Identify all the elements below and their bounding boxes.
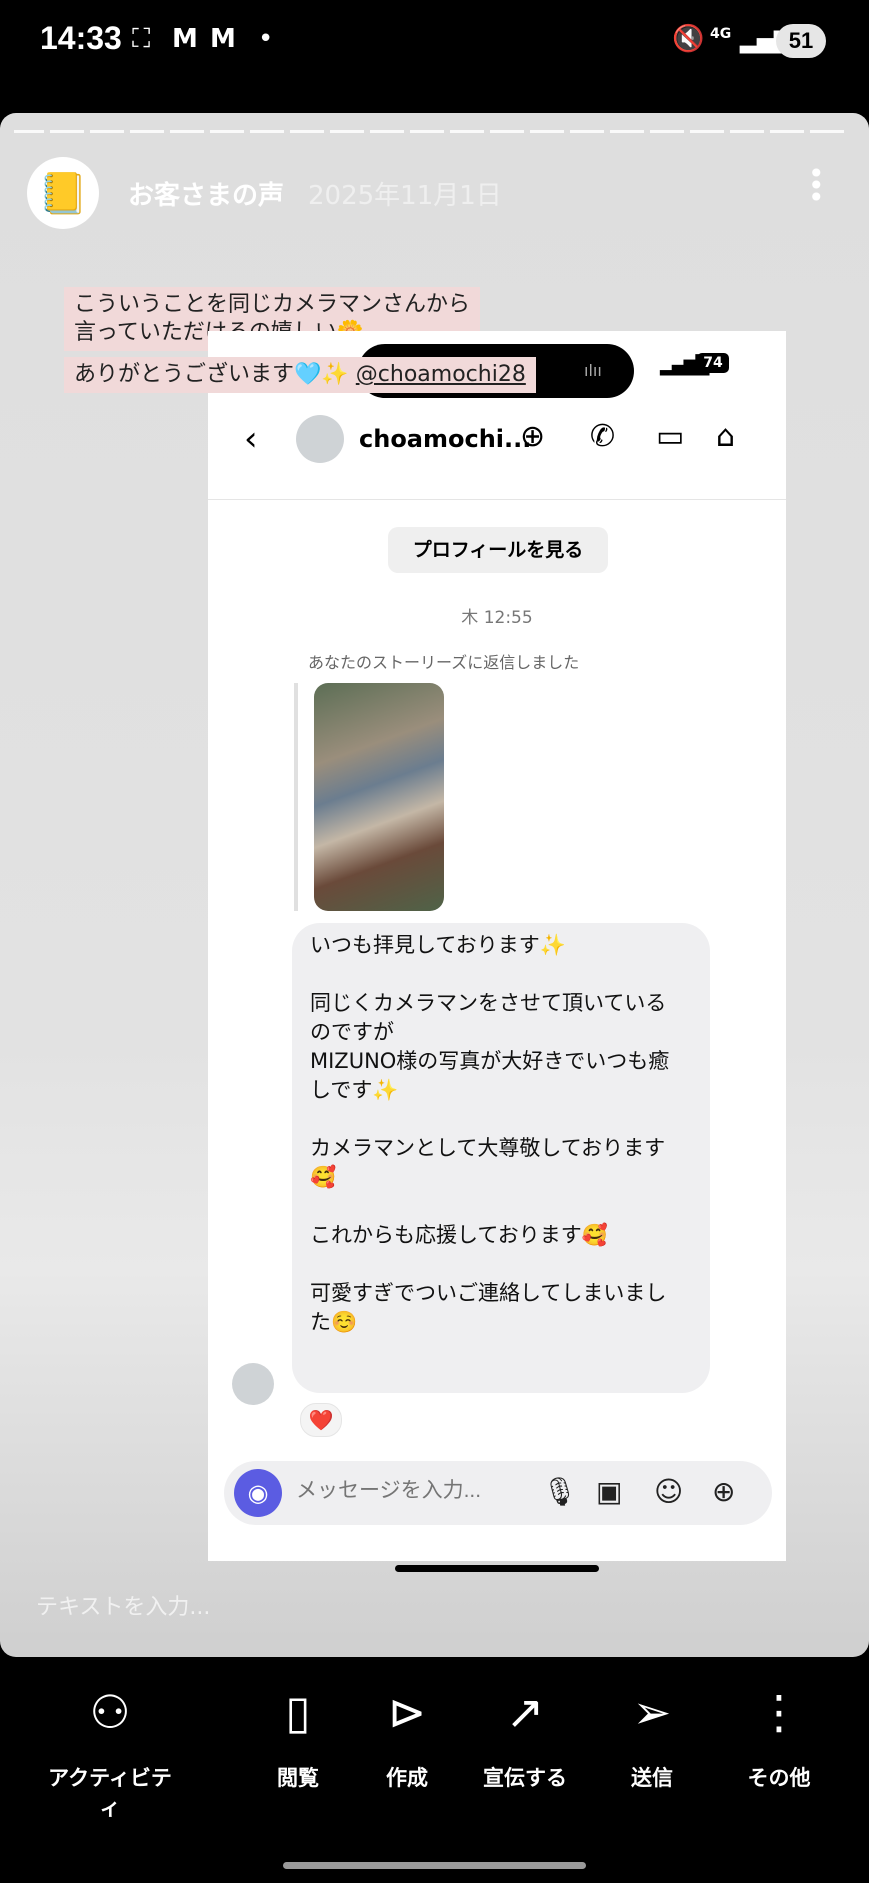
dm-screenshot: ılıı ▂▄▆█ 74 ‹ choamochi... ⊕ ✆ ▭ ⌂ プロフィ…: [208, 331, 786, 1572]
message-line: しです✨: [310, 1078, 399, 1102]
message-line: 🥰: [310, 1165, 337, 1189]
more-icon: ⋮: [756, 1685, 802, 1739]
view-profile-button[interactable]: プロフィールを見る: [388, 527, 608, 573]
sender-avatar[interactable]: [232, 1363, 274, 1405]
microphone-icon[interactable]: 🎙: [542, 1475, 578, 1508]
status-bar: 14:33 ⛶ M M • 🔇 4G ▂▄▆ 51: [0, 0, 869, 84]
message-line: [310, 1192, 696, 1221]
nav-label: アクティビティ: [48, 1766, 172, 1820]
story-username[interactable]: お客さまの声: [128, 175, 284, 212]
message-line: [310, 1105, 696, 1134]
message-line: のですが: [310, 1020, 394, 1044]
nav-label: 送信: [631, 1766, 673, 1790]
mute-icon: 🔇: [672, 24, 705, 54]
caption-1-line1: こういうことを同じカメラマンさんから: [74, 292, 471, 317]
caption-2-text: ありがとうございます🩵✨: [74, 362, 349, 387]
story-card[interactable]: 📒 お客さまの声 2025年11月1日 • • • こういうことを同じカメラマンさん…: [0, 113, 869, 1657]
battery-badge: 51: [776, 24, 826, 58]
story-text-input[interactable]: テキストを入力...: [36, 1589, 210, 1621]
nav-more[interactable]: ⋮ その他: [709, 1682, 849, 1792]
add-person-icon[interactable]: ⊕: [520, 419, 545, 454]
dm-username[interactable]: choamochi...: [359, 425, 531, 453]
heart-reaction[interactable]: ❤️: [300, 1403, 342, 1437]
story-avatar[interactable]: 📒: [27, 157, 99, 229]
message-line: た☺️: [310, 1310, 358, 1334]
gmail-icon: M: [210, 24, 236, 54]
network-type: 4G: [710, 26, 732, 42]
nav-send[interactable]: ➢ 送信: [582, 1682, 722, 1792]
message-line: カメラマンとして大尊敬しております: [310, 1136, 666, 1160]
reply-indicator-line: [294, 683, 298, 911]
nav-activity[interactable]: ⚇ アクティビティ: [40, 1682, 180, 1822]
message-line: これからも応援しております🥰: [310, 1223, 608, 1247]
phone-icon[interactable]: ✆: [590, 419, 615, 454]
camera-icon[interactable]: ◉: [234, 1469, 282, 1517]
progress-segment: [14, 130, 44, 133]
battery-badge: 74: [697, 353, 729, 373]
message-line: 同じくカメラマンをさせて頂いている: [310, 991, 667, 1015]
audio-wave-icon: ılıı: [584, 361, 602, 380]
sticker-icon[interactable]: ☺: [654, 1475, 683, 1508]
nav-promote[interactable]: ↗ 宣伝する: [455, 1682, 595, 1792]
mention-link[interactable]: @choamochi28: [356, 362, 526, 387]
message-input[interactable]: [294, 1478, 498, 1504]
back-icon[interactable]: ‹: [244, 419, 258, 459]
send-icon: ➢: [632, 1685, 672, 1739]
home-indicator-inner: [395, 1565, 599, 1572]
video-icon[interactable]: ▭: [656, 419, 684, 454]
home-indicator: [283, 1862, 586, 1869]
caption-2: ありがとうございます🩵✨ @choamochi28: [64, 357, 536, 393]
activity-icon: ⚇: [89, 1685, 131, 1739]
dm-avatar[interactable]: [296, 415, 344, 463]
story-date: 2025年11月1日: [308, 181, 502, 211]
nav-label: その他: [747, 1766, 811, 1790]
message-line: [310, 960, 696, 989]
message-timestamp: 木 12:55: [461, 608, 533, 628]
more-options-icon[interactable]: • • •: [808, 160, 825, 212]
screenshot-icon: ⛶: [132, 24, 151, 54]
replied-label: あなたのストーリーズに返信しました: [308, 653, 580, 672]
add-icon[interactable]: ⊕: [712, 1475, 735, 1508]
progress-segments: [50, 130, 850, 133]
gmail-icon: M: [172, 24, 198, 54]
nav-label: 宣伝する: [483, 1766, 567, 1790]
promote-icon: ↗: [505, 1685, 545, 1739]
message-composer: ◉ 🎙 ▣ ☺ ⊕: [224, 1461, 772, 1525]
dot-icon: •: [258, 24, 274, 54]
story-thumbnail[interactable]: [314, 683, 444, 911]
message-line: いつも拝見しております✨: [310, 933, 566, 957]
message-line: [310, 1250, 696, 1279]
message-line: 可愛すぎでついご連絡してしまいまし: [310, 1281, 667, 1305]
message-bubble: いつも拝見しております✨ 同じくカメラマンをさせて頂いている のですが MIZU…: [292, 923, 710, 1393]
gallery-icon[interactable]: ▣: [596, 1475, 622, 1508]
status-time: 14:33: [40, 20, 122, 56]
message-line: MIZUNO様の写真が大好きでいつも癒: [310, 1049, 670, 1073]
tag-icon[interactable]: ⌂: [716, 419, 735, 454]
